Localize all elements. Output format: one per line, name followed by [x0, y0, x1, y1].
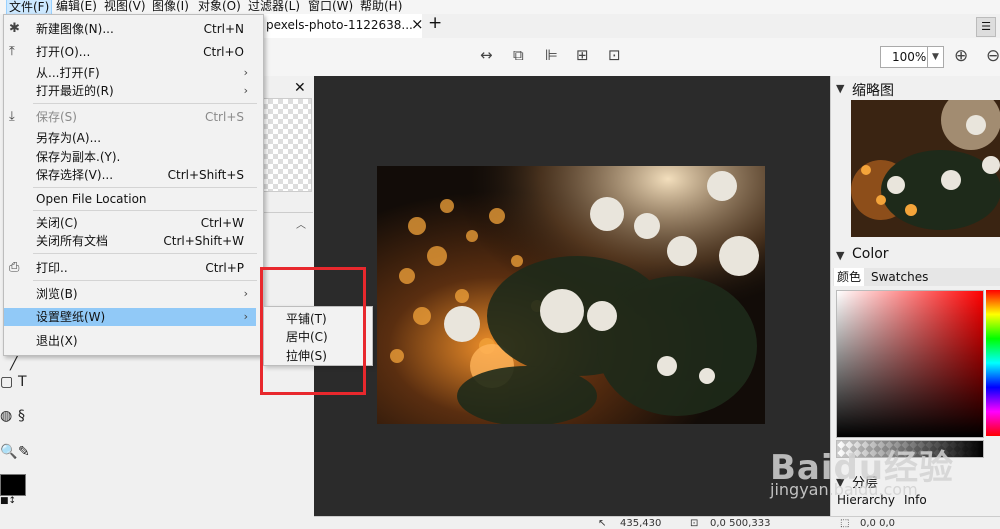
canvas-image[interactable]: [377, 166, 765, 424]
smudge-tool-icon[interactable]: §: [18, 408, 25, 424]
print-icon: ⎙: [9, 260, 20, 275]
chevron-right-icon: ›: [243, 287, 248, 300]
menu-window[interactable]: 窗口(W): [306, 0, 355, 14]
chevron-down-icon[interactable]: ▼: [836, 249, 844, 262]
menu-edit[interactable]: 编辑(E): [54, 0, 99, 14]
tab-color[interactable]: 颜色: [834, 268, 865, 286]
cursor-icon: ↖: [598, 518, 607, 529]
menu-item-browse[interactable]: 浏览(B) ›: [4, 285, 256, 303]
menu-filter[interactable]: 过滤器(L): [246, 0, 302, 14]
color-picker-field[interactable]: [836, 290, 984, 438]
chevron-down-icon[interactable]: ▼: [927, 47, 943, 67]
close-panel-icon[interactable]: ✕: [294, 80, 306, 96]
menu-view[interactable]: 视图(V): [102, 0, 148, 14]
save-icon: ⤓: [9, 109, 15, 124]
align-icon[interactable]: ⊫: [545, 46, 558, 64]
chevron-up-icon[interactable]: ︿: [296, 216, 306, 231]
menu-separator: [33, 187, 257, 188]
menu-item-save-as[interactable]: 另存为(A)...: [4, 129, 256, 147]
menu-item-new-image[interactable]: ✱ 新建图像(N)... Ctrl+N: [4, 20, 256, 38]
menu-item-save[interactable]: ⤓ 保存(S) Ctrl+S: [4, 108, 256, 126]
watermark-url: jingyan.baidu.com: [770, 480, 918, 499]
zoom-select[interactable]: 100% ▼: [880, 46, 944, 68]
zoom-out-icon[interactable]: ⊖: [986, 46, 1000, 66]
menu-item-print[interactable]: ⎙ 打印.. Ctrl+P: [4, 259, 256, 277]
menu-help[interactable]: 帮助(H): [358, 0, 404, 14]
foreground-color-swatch[interactable]: [0, 474, 26, 496]
chevron-down-icon[interactable]: ▼: [836, 82, 844, 95]
panel-toggle-icon[interactable]: ☰: [976, 17, 996, 37]
layer-thumbnail[interactable]: [262, 98, 312, 192]
line-tool-icon[interactable]: ╱: [10, 355, 18, 371]
menu-item-close[interactable]: 关闭(C) Ctrl+W: [4, 214, 256, 232]
arrange-icon[interactable]: ⧉: [513, 46, 524, 64]
menu-object[interactable]: 对象(O): [196, 0, 243, 14]
menu-separator: [33, 210, 257, 211]
text-tool-icon[interactable]: T: [18, 374, 27, 390]
zoom-in-icon[interactable]: ⊕: [954, 46, 968, 66]
menu-item-open-recent[interactable]: 打开最近的(R) ›: [4, 82, 256, 100]
tab-swatches[interactable]: Swatches: [868, 268, 931, 286]
eraser-tool-icon[interactable]: ◍: [0, 408, 12, 424]
chevron-right-icon: ›: [243, 66, 248, 79]
flip-horizontal-icon[interactable]: ↔: [480, 46, 493, 64]
menu-item-open-from[interactable]: 从...打开(F) ›: [4, 64, 256, 82]
selection-icon: ⬚: [840, 518, 850, 529]
open-icon: ⤒: [9, 44, 15, 59]
hue-slider[interactable]: [986, 290, 1000, 436]
menu-separator: [33, 253, 257, 254]
menu-separator: [33, 280, 257, 281]
chevron-right-icon: ›: [243, 310, 248, 323]
new-tab-icon[interactable]: +: [428, 13, 442, 33]
menu-separator: [33, 103, 257, 104]
swap-colors-icon[interactable]: ■↕: [0, 496, 16, 506]
document-tab-title: pexels-photo-1122638...: [266, 18, 413, 32]
color-panel-title: Color: [852, 246, 889, 262]
zoom-tool-icon[interactable]: 🔍: [0, 444, 17, 460]
menu-bar: 文件(F) 编辑(E) 视图(V) 图像(I) 对象(O) 过滤器(L) 窗口(…: [0, 0, 1000, 16]
chevron-right-icon: ›: [243, 84, 248, 97]
resize-canvas-icon[interactable]: ⊡: [608, 46, 621, 64]
annotation-highlight-box: [260, 267, 366, 395]
cursor-position: 435,430: [620, 518, 662, 529]
zoom-value: 100%: [892, 50, 927, 64]
selection-size: 0,0 0,0: [860, 518, 895, 529]
eyedropper-tool-icon[interactable]: ✎: [18, 444, 30, 460]
menu-item-open[interactable]: ⤒ 打开(O)... Ctrl+O: [4, 43, 256, 61]
navigator-title: 缩略图: [852, 83, 894, 99]
rectangle-tool-icon[interactable]: ▢: [0, 374, 13, 390]
close-tab-icon[interactable]: ×: [411, 15, 424, 33]
image-size-icon: ⊡: [690, 518, 699, 529]
navigator-thumbnail[interactable]: [851, 100, 1000, 237]
new-image-icon: ✱: [9, 21, 20, 36]
menu-item-exit[interactable]: 退出(X): [4, 332, 256, 350]
menu-image[interactable]: 图像(I): [150, 0, 191, 14]
distribute-icon[interactable]: ⊞: [576, 46, 589, 64]
menu-item-save-copy[interactable]: 保存为副本.(Y).: [4, 148, 256, 166]
menu-item-close-all[interactable]: 关闭所有文档 Ctrl+Shift+W: [4, 232, 256, 250]
menu-item-save-selection[interactable]: 保存选择(V)... Ctrl+Shift+S: [4, 166, 256, 184]
image-size: 0,0 500,333: [710, 518, 771, 529]
menu-item-open-file-location[interactable]: Open File Location: [4, 190, 256, 208]
menu-item-set-wallpaper[interactable]: 设置壁纸(W) ›: [4, 308, 256, 326]
